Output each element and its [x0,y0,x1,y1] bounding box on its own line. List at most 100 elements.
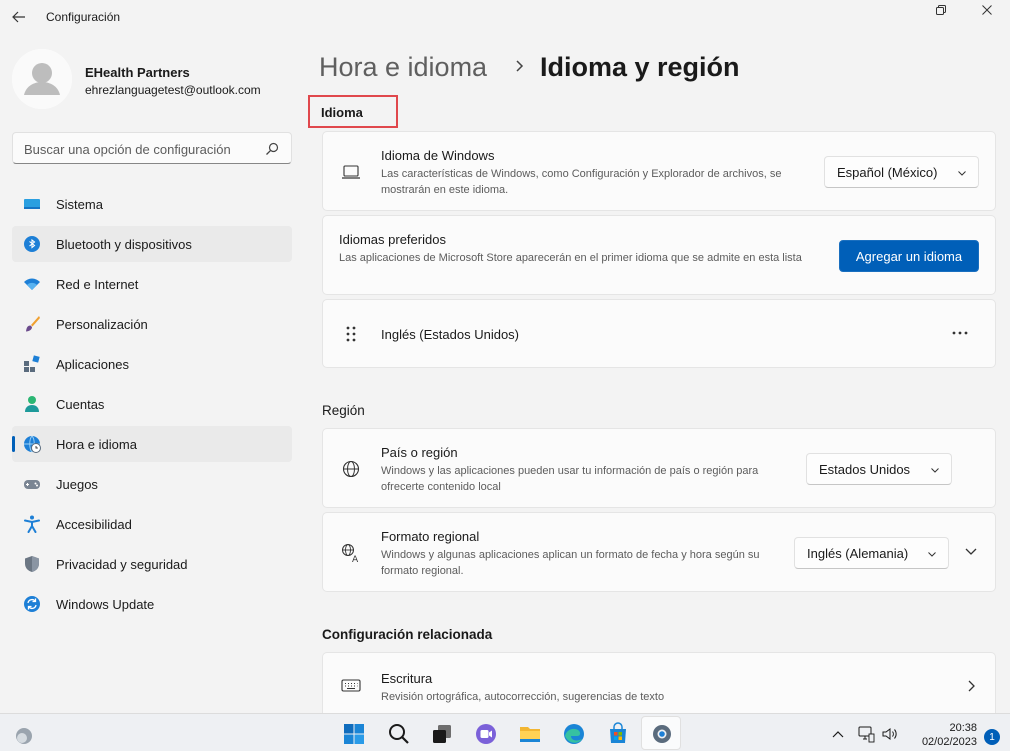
page-title: Idioma y región [540,52,740,82]
typing-card[interactable]: Escritura Revisión ortográfica, autocorr… [322,652,996,714]
windows-start-icon[interactable] [342,722,366,746]
language-format-icon: A [342,544,359,563]
search-input[interactable]: Buscar una opción de configuración [12,132,292,164]
chevron-down-icon [931,468,939,473]
sidebar-item-accesibilidad[interactable]: Accesibilidad [12,506,292,542]
more-options-icon[interactable] [950,326,970,340]
chevron-right-icon [968,680,975,692]
back-button[interactable] [8,6,30,28]
chat-icon[interactable] [474,722,498,746]
sidebar-item-label: Privacidad y seguridad [56,556,188,572]
preferred-languages-title: Idiomas preferidos [339,232,446,247]
language-list-item[interactable]: Inglés (Estados Unidos) [322,299,996,368]
globe-icon [342,460,360,478]
store-icon[interactable] [606,722,630,746]
app-title: Configuración [46,10,121,24]
restore-icon [936,5,946,15]
bluetooth-icon [24,236,40,252]
clock-date: 02/02/2023 [921,736,977,748]
brush-icon [26,316,40,332]
accounts-icon [25,396,39,412]
preferred-languages-card: Idiomas preferidos Las aplicaciones de M… [322,215,996,295]
breadcrumb-parent[interactable]: Hora e idioma [319,52,487,83]
country-region-description: Windows y las aplicaciones pueden usar t… [381,465,759,493]
time-language-icon [24,435,41,453]
edge-browser-icon[interactable] [562,722,586,746]
section-title-idioma: Idioma [321,105,363,120]
typing-title: Escritura [381,671,433,686]
sidebar-item-label: Accesibilidad [56,516,132,532]
sidebar-item-cuentas[interactable]: Cuentas [12,386,292,422]
wifi-icon [24,278,40,290]
shield-icon [25,556,39,572]
minimize-button[interactable] [872,0,918,20]
sidebar-item-aplicaciones[interactable]: Aplicaciones [12,346,292,382]
sidebar-item-label: Juegos [56,476,98,492]
settings-gear-icon[interactable] [650,722,674,746]
arrow-left-icon [12,11,25,23]
sidebar-item-label: Red e Internet [56,276,139,292]
user-name: EHealth Partners [85,65,190,80]
search-icon[interactable] [387,722,411,746]
search-icon [266,142,279,155]
section-title-region: Región [322,403,365,418]
regional-format-card[interactable]: A Formato regional Windows y algunas apl… [322,512,996,592]
svg-text:A: A [352,555,359,563]
windows-language-title: Idioma de Windows [381,148,495,163]
user-profile[interactable]: EHealth Partners ehrezlanguagetest@outlo… [12,49,302,111]
chevron-down-icon [928,552,936,557]
sidebar-item-windows-update[interactable]: Windows Update [12,586,292,622]
sidebar-item-sistema[interactable]: Sistema [12,186,292,222]
taskbar: 20:38 02/02/2023 1 [0,713,1010,751]
search-placeholder: Buscar una opción de configuración [24,142,231,157]
system-icon [24,199,40,209]
chevron-right-icon [516,60,524,72]
sidebar-item-red[interactable]: Red e Internet [12,266,292,302]
country-region-title: País o región [381,445,458,460]
expand-chevron-icon[interactable] [964,546,978,558]
preferred-languages-description: Las aplicaciones de Microsoft Store apar… [339,252,802,264]
add-language-button[interactable]: Agregar un idioma [839,240,979,272]
drag-handle-icon[interactable] [341,324,361,344]
close-button[interactable] [964,0,1010,20]
dropdown-value: Estados Unidos [819,462,911,477]
accessibility-icon [24,515,40,533]
volume-icon[interactable] [881,725,899,743]
network-icon[interactable] [857,725,875,743]
regional-format-title: Formato regional [381,529,480,544]
maximize-button[interactable] [918,0,964,20]
windows-language-dropdown[interactable]: Español (México) [824,156,979,188]
weather-icon[interactable] [12,724,36,748]
language-name: Inglés (Estados Unidos) [381,327,520,342]
regional-format-dropdown[interactable]: Inglés (Alemania) [794,537,949,569]
dropdown-value: Inglés (Alemania) [807,546,909,561]
sidebar-item-hora-idioma[interactable]: Hora e idioma [12,426,292,462]
task-view-icon[interactable] [430,722,454,746]
typing-description: Revisión ortográfica, autocorrección, su… [381,691,665,703]
sidebar-item-label: Bluetooth y dispositivos [56,236,192,252]
apps-icon [24,355,40,372]
file-explorer-icon[interactable] [518,722,542,746]
sidebar-item-label: Sistema [56,196,103,212]
sidebar-item-privacidad[interactable]: Privacidad y seguridad [12,546,292,582]
country-region-card: País o región Windows y las aplicaciones… [322,428,996,508]
title-bar: Configuración [0,0,1010,34]
chevron-up-icon[interactable] [832,729,844,739]
sidebar-item-personalizacion[interactable]: Personalización [12,306,292,342]
notification-badge[interactable]: 1 [984,729,1000,745]
sidebar-nav: Sistema Bluetooth y dispositivos Red e I… [12,186,292,626]
clock-time: 20:38 [949,722,977,734]
sidebar-item-label: Personalización [56,316,148,332]
dropdown-value: Español (México) [837,165,938,180]
sidebar-item-juegos[interactable]: Juegos [12,466,292,502]
windows-language-description: Las características de Windows, como Con… [381,168,782,196]
windows-language-card: Idioma de Windows Las características de… [322,131,996,211]
laptop-icon [342,165,360,179]
sidebar-item-label: Cuentas [56,396,105,412]
sidebar-item-label: Windows Update [56,596,155,612]
close-icon [982,5,992,15]
country-region-dropdown[interactable]: Estados Unidos [806,453,952,485]
clock[interactable]: 20:38 02/02/2023 [922,721,977,749]
keyboard-icon [341,679,361,692]
sidebar-item-bluetooth[interactable]: Bluetooth y dispositivos [12,226,292,262]
